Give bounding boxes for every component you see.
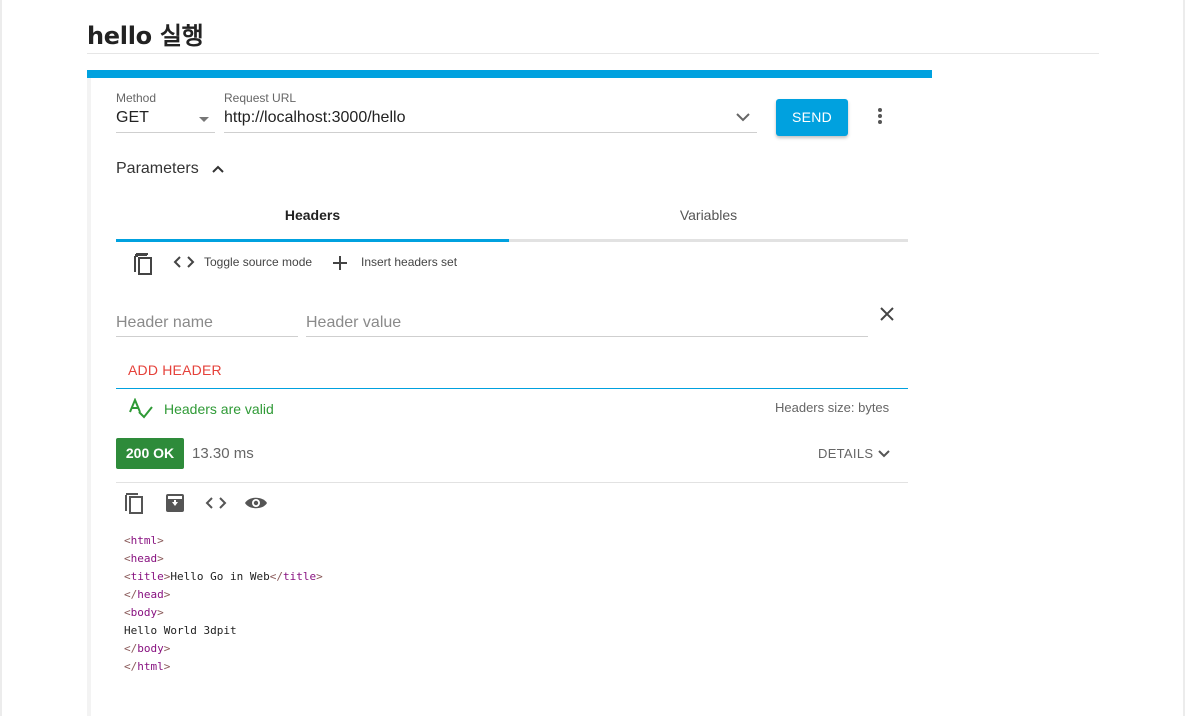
plus-icon[interactable] [332,255,348,271]
headers-divider [116,388,908,389]
code-line: </head> [124,588,171,601]
send-button[interactable]: SEND [776,99,848,136]
archive-icon[interactable] [165,493,185,513]
panel-accent-bar [87,70,932,78]
url-input[interactable]: http://localhost:3000/hello [224,109,405,127]
toggle-source-mode-button[interactable]: Toggle source mode [204,255,312,269]
code-line: </body> [124,642,171,655]
chevron-down-icon[interactable] [735,111,751,123]
code-icon[interactable] [205,496,227,510]
page-title: hello 실행 [87,22,204,50]
copy-icon[interactable] [133,252,155,276]
title-divider [87,53,1099,54]
page-left-border [0,0,2,716]
code-line: Hello World 3dpit [124,624,237,637]
code-line: <head> [124,552,164,565]
status-badge: 200 OK [116,438,184,469]
response-time: 13.30 ms [192,445,254,462]
header-name-input[interactable]: Header name [116,314,213,332]
method-select[interactable]: GET [116,109,149,127]
header-value-underline [306,336,868,337]
response-body: <html> <head> <title>Hello Go in Web</ti… [124,532,323,676]
tab-variables[interactable]: Variables [509,207,908,223]
eye-icon[interactable] [244,495,268,511]
header-name-underline [116,336,298,337]
close-icon[interactable] [879,306,895,322]
tab-headers[interactable]: Headers [116,207,509,223]
more-vert-icon[interactable] [870,106,890,128]
code-line: </html> [124,660,171,673]
response-divider [116,482,908,483]
api-request-panel: Method GET Request URL http://localhost:… [87,70,932,716]
insert-headers-set-button[interactable]: Insert headers set [361,255,457,269]
chevron-up-icon[interactable] [210,162,226,176]
details-button[interactable]: DETAILS [818,446,873,461]
code-line: <title>Hello Go in Web</title> [124,570,323,583]
parameters-label: Parameters [116,160,199,177]
code-icon[interactable] [173,255,195,269]
header-value-input[interactable]: Header value [306,314,401,332]
code-line: <body> [124,606,164,619]
copy-icon[interactable] [124,491,146,515]
tab-active-indicator [116,239,509,242]
page-right-border [1183,0,1185,716]
spellcheck-icon [128,398,154,420]
add-header-button[interactable]: ADD HEADER [128,362,222,378]
headers-size-text: Headers size: bytes [775,400,890,415]
url-underline [224,132,757,133]
caret-down-icon[interactable] [199,117,209,122]
headers-valid-text: Headers are valid [164,401,274,417]
method-underline [116,132,215,133]
method-label: Method [116,91,157,105]
code-line: <html> [124,534,164,547]
panel-left-edge [87,78,91,716]
url-label: Request URL [224,91,297,105]
chevron-down-icon[interactable] [877,448,891,460]
